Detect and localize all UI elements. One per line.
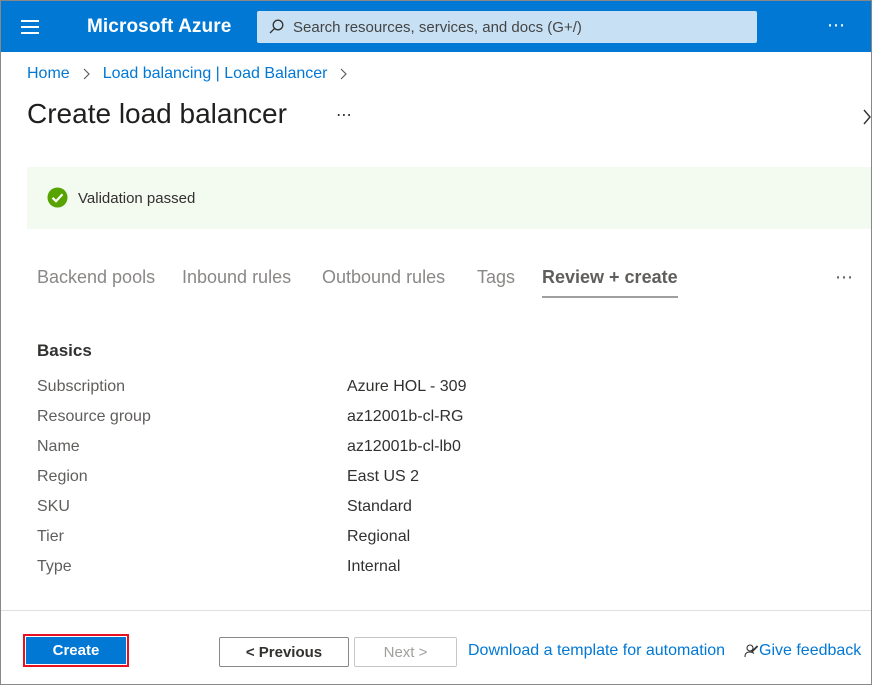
- title-more-options-icon[interactable]: ⋯: [336, 105, 353, 125]
- summary-value: az12001b-cl-lb0: [347, 438, 461, 455]
- create-button[interactable]: Create: [26, 637, 126, 664]
- search-input[interactable]: [293, 11, 748, 43]
- summary-value: East US 2: [347, 468, 420, 485]
- more-options-icon[interactable]: ⋯: [827, 15, 847, 36]
- brand-title[interactable]: Microsoft Azure: [87, 16, 231, 38]
- summary-row: Name az12001b-cl-lb0: [37, 438, 637, 468]
- success-check-icon: [47, 187, 68, 208]
- previous-button[interactable]: < Previous: [219, 637, 349, 667]
- summary-label: Region: [37, 468, 88, 485]
- feedback-person-icon: [744, 644, 758, 658]
- top-bar: Microsoft Azure ⋯: [1, 1, 871, 52]
- summary-label: Tier: [37, 528, 64, 545]
- tab-review-create[interactable]: Review + create: [542, 267, 678, 298]
- breadcrumb-home[interactable]: Home: [27, 65, 70, 83]
- summary-row: Region East US 2: [37, 468, 637, 498]
- summary-row: Resource group az12001b-cl-RG: [37, 408, 637, 438]
- summary-value: Azure HOL - 309: [347, 378, 467, 395]
- summary-value: Regional: [347, 528, 411, 545]
- summary-row: Type Internal: [37, 558, 637, 588]
- tab-backend-pools[interactable]: Backend pools: [37, 267, 155, 288]
- basics-summary: Subscription Azure HOL - 309 Resource gr…: [37, 378, 637, 588]
- summary-label: SKU: [37, 498, 70, 515]
- menu-icon[interactable]: [21, 19, 41, 35]
- summary-row: Subscription Azure HOL - 309: [37, 378, 637, 408]
- summary-value: az12001b-cl-RG: [347, 408, 464, 425]
- breadcrumb-load-balancing[interactable]: Load balancing | Load Balancer: [103, 65, 328, 83]
- collapse-chevron-icon[interactable]: [862, 108, 872, 126]
- download-template-link[interactable]: Download a template for automation: [468, 642, 725, 660]
- give-feedback-label[interactable]: Give feedback: [759, 642, 861, 660]
- tab-outbound-rules[interactable]: Outbound rules: [322, 267, 445, 288]
- section-title-basics: Basics: [37, 341, 92, 360]
- summary-row: Tier Regional: [37, 528, 637, 558]
- tab-tags[interactable]: Tags: [477, 267, 515, 288]
- summary-label: Subscription: [37, 378, 126, 395]
- tabs-more-icon[interactable]: ⋯: [835, 267, 854, 288]
- summary-label: Type: [37, 558, 72, 575]
- search-icon: [269, 19, 284, 34]
- chevron-right-icon: [341, 68, 348, 80]
- next-button[interactable]: Next >: [354, 637, 457, 667]
- give-feedback-link[interactable]: Give feedback: [744, 642, 861, 660]
- summary-label: Name: [37, 438, 80, 455]
- breadcrumb: Home Load balancing | Load Balancer: [27, 65, 360, 83]
- page-title: Create load balancer: [27, 98, 287, 129]
- search-box[interactable]: [257, 11, 757, 43]
- summary-row: SKU Standard: [37, 498, 637, 528]
- summary-value: Standard: [347, 498, 412, 515]
- tab-inbound-rules[interactable]: Inbound rules: [182, 267, 291, 288]
- portal-window: Microsoft Azure ⋯ Home Load balancing | …: [0, 0, 872, 685]
- validation-message: Validation passed: [78, 190, 196, 207]
- footer-divider: [1, 610, 871, 611]
- validation-banner: Validation passed: [27, 167, 871, 229]
- summary-value: Internal: [347, 558, 401, 575]
- chevron-right-icon: [83, 68, 90, 80]
- summary-label: Resource group: [37, 408, 151, 425]
